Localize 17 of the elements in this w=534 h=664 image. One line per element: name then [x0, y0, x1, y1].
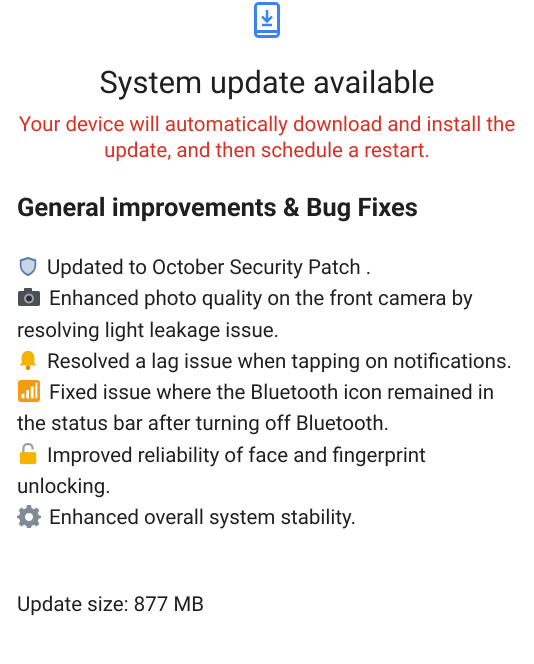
changelog-item: Resolved a lag issue when tapping on notifications.: [17, 346, 517, 378]
changelog-item: Fixed issue where the Bluetooth icon remained in the status bar after turning off Bluetooth.: [17, 379, 496, 438]
camera-icon: [17, 286, 41, 308]
unlocked-padlock-icon: [17, 442, 39, 465]
phone-download-icon: [254, 2, 280, 38]
changelog-item: Enhanced overall system stability.: [17, 503, 517, 535]
changelog-item: Updated to October Security Patch .: [17, 253, 517, 284]
update-size-text: Update size: 877 MB: [16, 592, 205, 619]
signal-bars-icon: [17, 380, 41, 402]
gear-icon: [17, 504, 41, 528]
section-heading: General improvements & Bug Fixes: [16, 192, 419, 224]
warning-text: Your device will automatically download and install the update, and then schedule a restart.: [18, 112, 516, 164]
dialog-title: System update available: [98, 64, 436, 102]
shield-icon: [17, 255, 39, 277]
changelog-item: Improved reliability of face and fingerprint unlocking.: [17, 442, 427, 502]
changelog-item: Enhanced photo quality on the front camera by resolving light leakage issue.: [17, 285, 474, 345]
bell-icon: [17, 348, 39, 371]
